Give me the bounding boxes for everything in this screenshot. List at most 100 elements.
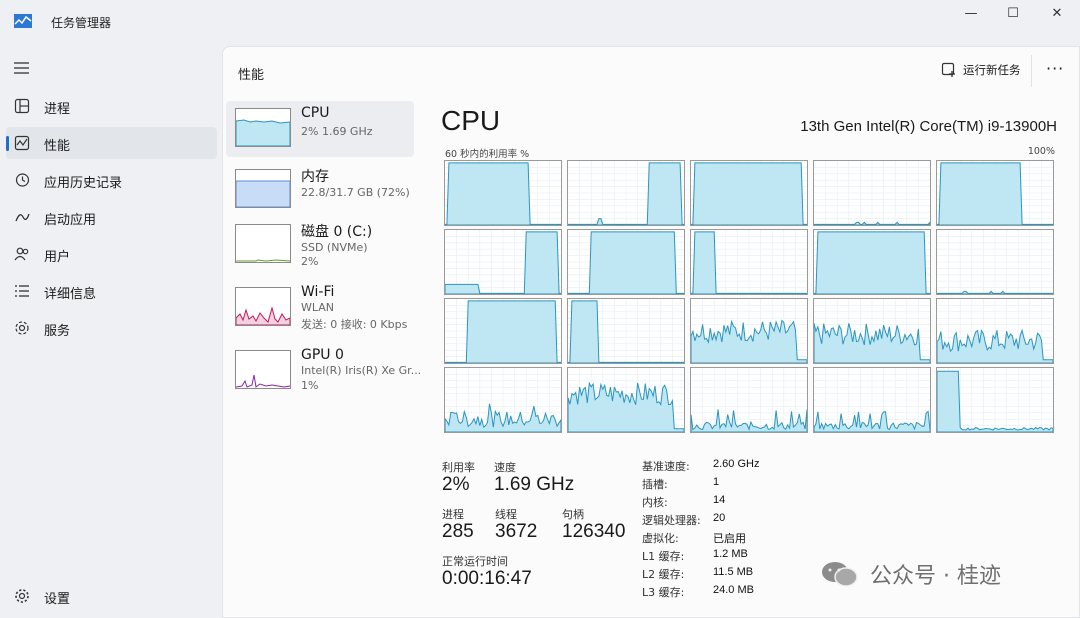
spec-value: 24.0 MB [713, 584, 754, 596]
minimize-button[interactable]: — [948, 0, 994, 26]
device-memory[interactable]: 内存 22.8/31.7 GB (72%) [226, 162, 414, 218]
device-gpu[interactable]: GPU 0 Intel(R) Iris(R) Xe Gr... 1% [226, 343, 421, 399]
device-name: 磁盘 0 (C:) [301, 224, 373, 240]
spec-label: L2 缓存: [642, 568, 685, 581]
settings-label: 设置 [44, 592, 71, 607]
device-name: Wi-Fi [301, 284, 335, 300]
graph-max-label: 100% [1027, 146, 1055, 157]
nav-details[interactable]: 详细信息 [6, 275, 217, 307]
device-detail: WLAN [301, 301, 335, 314]
processes-label: 进程 [442, 508, 464, 521]
nav-settings[interactable]: 设置 [6, 580, 217, 612]
spec-label: 内核: [642, 496, 668, 509]
nav-label: 启动应用 [44, 213, 97, 228]
device-name: 内存 [301, 169, 329, 185]
utilization-label: 利用率 [442, 461, 475, 474]
maximize-button[interactable]: ☐ [990, 0, 1036, 26]
cpu-heading: CPU [441, 105, 501, 136]
nav-label: 性能 [44, 139, 71, 154]
details-icon [15, 285, 29, 297]
more-options-button[interactable]: ··· [1046, 59, 1064, 78]
device-cpu[interactable]: CPU 2% 1.69 GHz [226, 101, 414, 157]
device-name: CPU [301, 105, 330, 121]
cpu-core-graph [690, 367, 808, 433]
cpu-core-graph [813, 298, 931, 364]
spec-label: 虚拟化: [642, 532, 679, 545]
spec-label: 插槽: [642, 478, 668, 491]
nav-startup[interactable]: 启动应用 [6, 201, 217, 233]
spec-value: 2.60 GHz [713, 458, 760, 470]
cpu-core-graph [813, 367, 931, 433]
services-icon [15, 321, 29, 335]
spec-value: 20 [713, 512, 726, 524]
users-icon [14, 247, 29, 261]
startup-icon [15, 213, 30, 222]
cpu-core-graph [690, 298, 808, 364]
performance-panel: 性能 运行新任务 ··· CPU 2% 1.69 GHz 内存 22.8/31.… [222, 46, 1080, 618]
nav-label: 进程 [44, 102, 71, 117]
cpu-core-graph [567, 160, 685, 226]
uptime-label: 正常运行时间 [442, 555, 508, 568]
speed-value: 1.69 GHz [494, 474, 575, 495]
device-disk[interactable]: 磁盘 0 (C:) SSD (NVMe) 2% [226, 217, 414, 273]
nav-processes[interactable]: 进程 [6, 90, 217, 122]
cpu-core-graph [813, 229, 931, 295]
cpu-model-name: 13th Gen Intel(R) Core(TM) i9-13900H [800, 118, 1057, 135]
toolbar-divider [1031, 55, 1032, 87]
cpu-core-graph [690, 160, 808, 226]
run-new-task-button[interactable]: 运行新任务 [941, 62, 1021, 78]
gear-icon [15, 589, 29, 603]
nav-label: 详细信息 [44, 287, 97, 302]
utilization-value: 2% [442, 474, 470, 495]
wechat-logo-icon [822, 562, 858, 587]
cpu-core-graph [567, 298, 685, 364]
spec-label: 逻辑处理器: [642, 514, 701, 527]
run-new-task-label: 运行新任务 [963, 63, 1021, 77]
page-title: 性能 [238, 68, 265, 83]
disk-thumbnail-graph [235, 224, 291, 263]
title-bar: 任务管理器 — ☐ ✕ [0, 0, 1080, 46]
nav-users[interactable]: 用户 [6, 238, 217, 270]
threads-label: 线程 [495, 508, 517, 521]
nav-label: 用户 [44, 250, 71, 265]
handles-label: 句柄 [562, 508, 584, 521]
spec-value: 11.5 MB [713, 566, 754, 578]
spec-label: 基准速度: [642, 460, 690, 473]
device-detail: SSD (NVMe) [301, 241, 368, 254]
device-detail: 22.8/31.7 GB (72%) [301, 186, 410, 199]
watermark: 公众号 · 桂迹 [820, 558, 1001, 590]
close-button[interactable]: ✕ [1034, 0, 1080, 26]
nav-services[interactable]: 服务 [6, 312, 217, 344]
spec-value: 1 [713, 476, 720, 488]
cpu-core-graph [813, 160, 931, 226]
device-detail: 2% [301, 255, 319, 268]
processes-value: 285 [442, 521, 474, 542]
graph-axis-label: 60 秒内的利用率 % [445, 149, 530, 160]
device-detail: 1% [301, 379, 319, 392]
nav-performance[interactable]: 性能 [6, 127, 217, 159]
cpu-core-graph [936, 229, 1054, 295]
cpu-core-graph [936, 298, 1054, 364]
device-detail: 发送: 0 接收: 0 Kbps [301, 318, 408, 331]
performance-icon [14, 135, 30, 151]
uptime-value: 0:00:16:47 [442, 568, 532, 589]
gpu-thumbnail-graph [235, 350, 291, 389]
cpu-core-graph [567, 367, 685, 433]
spec-label: L3 缓存: [642, 586, 685, 599]
device-wifi[interactable]: Wi-Fi WLAN 发送: 0 接收: 0 Kbps [226, 280, 414, 336]
spec-label: L1 缓存: [642, 550, 685, 563]
cpu-thumbnail-graph [235, 108, 291, 147]
cpu-core-graph [567, 229, 685, 295]
wifi-thumbnail-graph [235, 287, 291, 326]
hamburger-menu-icon[interactable] [13, 60, 31, 76]
memory-thumbnail-graph [235, 169, 291, 208]
nav-app-history[interactable]: 应用历史记录 [6, 164, 217, 196]
speed-label: 速度 [494, 461, 516, 474]
device-name: GPU 0 [301, 347, 344, 363]
logical-processor-graphs [444, 160, 1056, 435]
handles-value: 126340 [562, 521, 626, 542]
device-detail: Intel(R) Iris(R) Xe Gr... [301, 364, 422, 377]
spec-value: 1.2 MB [713, 548, 748, 560]
new-task-icon [941, 62, 955, 77]
cpu-core-graph [936, 367, 1054, 433]
